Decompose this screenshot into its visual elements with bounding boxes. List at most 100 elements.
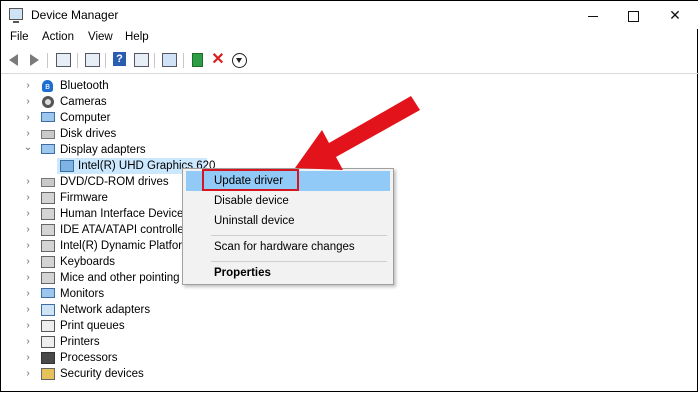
add-driver-button[interactable]: [191, 52, 207, 68]
dvd-drive-icon: [41, 178, 55, 187]
chevron-right-icon[interactable]: ›: [23, 302, 33, 318]
resources-button[interactable]: [133, 52, 149, 68]
tree-item-firmware[interactable]: › Firmware: [1, 190, 181, 206]
back-arrow-icon: [9, 54, 18, 66]
toolbar-separator: [105, 53, 106, 68]
update-driver-toolbar-button[interactable]: [231, 52, 247, 68]
forward-button[interactable]: [26, 52, 42, 68]
tree-item-label: Display adapters: [60, 144, 146, 156]
tree-item-label: Computer: [60, 112, 111, 124]
tree-item-label: Bluetooth: [60, 80, 109, 92]
tree-item-label: Human Interface Devices: [60, 208, 190, 220]
properties-icon: [56, 53, 71, 67]
tree-item-security-devices[interactable]: › Security devices: [1, 366, 401, 382]
uninstall-icon: ✕: [211, 51, 225, 68]
chevron-right-icon[interactable]: ›: [23, 270, 33, 286]
tree-item-printers[interactable]: › Printers: [1, 334, 401, 350]
tree-item-label: Intel(R) Dynamic Platform: [60, 240, 192, 252]
context-properties[interactable]: Properties: [186, 263, 390, 283]
chevron-right-icon[interactable]: ›: [23, 222, 33, 238]
add-driver-icon: [192, 53, 203, 67]
menu-action[interactable]: Action: [42, 31, 74, 43]
back-button[interactable]: [6, 52, 22, 68]
context-uninstall-device[interactable]: Uninstall device: [186, 211, 390, 231]
security-device-icon: [41, 368, 55, 380]
close-button[interactable]: ✕: [655, 3, 695, 27]
tree-item-processors[interactable]: › Processors: [1, 350, 401, 366]
toolbar-separator: [183, 53, 184, 68]
tree-item-intel-dynamic-platform[interactable]: › Intel(R) Dynamic Platform: [1, 238, 192, 254]
chevron-right-icon[interactable]: ›: [23, 110, 33, 126]
help-button[interactable]: ?: [112, 52, 128, 68]
chevron-right-icon[interactable]: ›: [23, 366, 33, 382]
chevron-down-icon[interactable]: ⌄: [23, 140, 33, 156]
tree-item-label: Firmware: [60, 192, 108, 204]
chevron-right-icon[interactable]: ›: [23, 206, 33, 222]
help-icon: ?: [113, 52, 126, 66]
camera-icon: [42, 96, 54, 108]
chevron-right-icon[interactable]: ›: [23, 190, 33, 206]
chevron-right-icon[interactable]: ›: [23, 174, 33, 190]
maximize-button[interactable]: [613, 3, 653, 27]
tree-item-network-adapters[interactable]: › Network adapters: [1, 302, 401, 318]
gpu-icon: [60, 160, 74, 172]
toolbar-separator: [154, 53, 155, 68]
resources-icon: [134, 53, 149, 67]
bluetooth-icon: ʙ: [42, 80, 53, 92]
menu-view[interactable]: View: [88, 31, 113, 43]
tree-item-disk-drives[interactable]: › Disk drives: [1, 126, 401, 142]
mouse-icon: [41, 272, 55, 284]
chevron-right-icon[interactable]: ›: [23, 238, 33, 254]
tree-item-label: Network adapters: [60, 304, 151, 316]
context-disable-device[interactable]: Disable device: [186, 191, 390, 211]
uninstall-button[interactable]: ✕: [210, 52, 226, 68]
tree-item-label: DVD/CD-ROM drives: [60, 176, 169, 188]
tree-item-computer[interactable]: › Computer: [1, 110, 401, 126]
title-bar: Device Manager ✕: [1, 1, 699, 29]
chevron-right-icon[interactable]: ›: [23, 254, 33, 270]
toolbar-separator: [47, 53, 48, 68]
tree-item-label: Keyboards: [60, 256, 115, 268]
context-scan-hardware[interactable]: Scan for hardware changes: [186, 237, 390, 257]
tree-item-monitors[interactable]: › Monitors: [1, 286, 401, 302]
maximize-icon: [627, 10, 639, 22]
keyboard-icon: [41, 256, 55, 268]
tree-item-ide-ata-atapi-controllers[interactable]: › IDE ATA/ATAPI controllers: [1, 222, 193, 238]
context-separator: [211, 261, 387, 262]
platform-icon: [41, 240, 55, 252]
tree-item-label: Printers: [60, 336, 100, 348]
chevron-right-icon[interactable]: ›: [23, 286, 33, 302]
menu-file[interactable]: File: [10, 31, 29, 43]
tree-item-display-adapters[interactable]: ⌄ Display adapters: [1, 142, 401, 158]
processor-icon: [41, 352, 55, 364]
scan-hardware-icon: [162, 53, 177, 67]
tree-item-human-interface-devices[interactable]: › Human Interface Devices: [1, 206, 189, 222]
chevron-right-icon[interactable]: ›: [23, 350, 33, 366]
chevron-right-icon[interactable]: ›: [23, 318, 33, 334]
tree-item-print-queues[interactable]: › Print queues: [1, 318, 401, 334]
scan-hardware-button[interactable]: [161, 52, 177, 68]
window-title: Device Manager: [31, 8, 119, 22]
tree-item-dvd-cd-rom-drives[interactable]: › DVD/CD-ROM drives: [1, 174, 181, 190]
minimize-button[interactable]: [573, 3, 613, 27]
monitor-icon: [41, 288, 55, 298]
firmware-icon: [41, 192, 55, 204]
ide-controller-icon: [41, 224, 55, 236]
display-adapter-icon: [41, 144, 55, 154]
context-separator: [211, 235, 387, 236]
tree-item-label: Processors: [60, 352, 118, 364]
network-adapter-icon: [41, 304, 55, 316]
chevron-right-icon[interactable]: ›: [23, 94, 33, 110]
show-hidden-button[interactable]: [84, 52, 100, 68]
tree-item-cameras[interactable]: › Cameras: [1, 94, 401, 110]
menu-help[interactable]: Help: [125, 31, 149, 43]
show-hidden-icon: [85, 53, 100, 67]
properties-button[interactable]: [55, 52, 71, 68]
device-manager-icon: [9, 8, 23, 23]
tree-item-bluetooth[interactable]: › ʙ Bluetooth: [1, 78, 401, 94]
chevron-right-icon[interactable]: ›: [23, 334, 33, 350]
tree-item-keyboards[interactable]: › Keyboards: [1, 254, 181, 270]
tree-item-label: Cameras: [60, 96, 107, 108]
tree-item-label: Security devices: [60, 368, 144, 380]
chevron-right-icon[interactable]: ›: [23, 78, 33, 94]
